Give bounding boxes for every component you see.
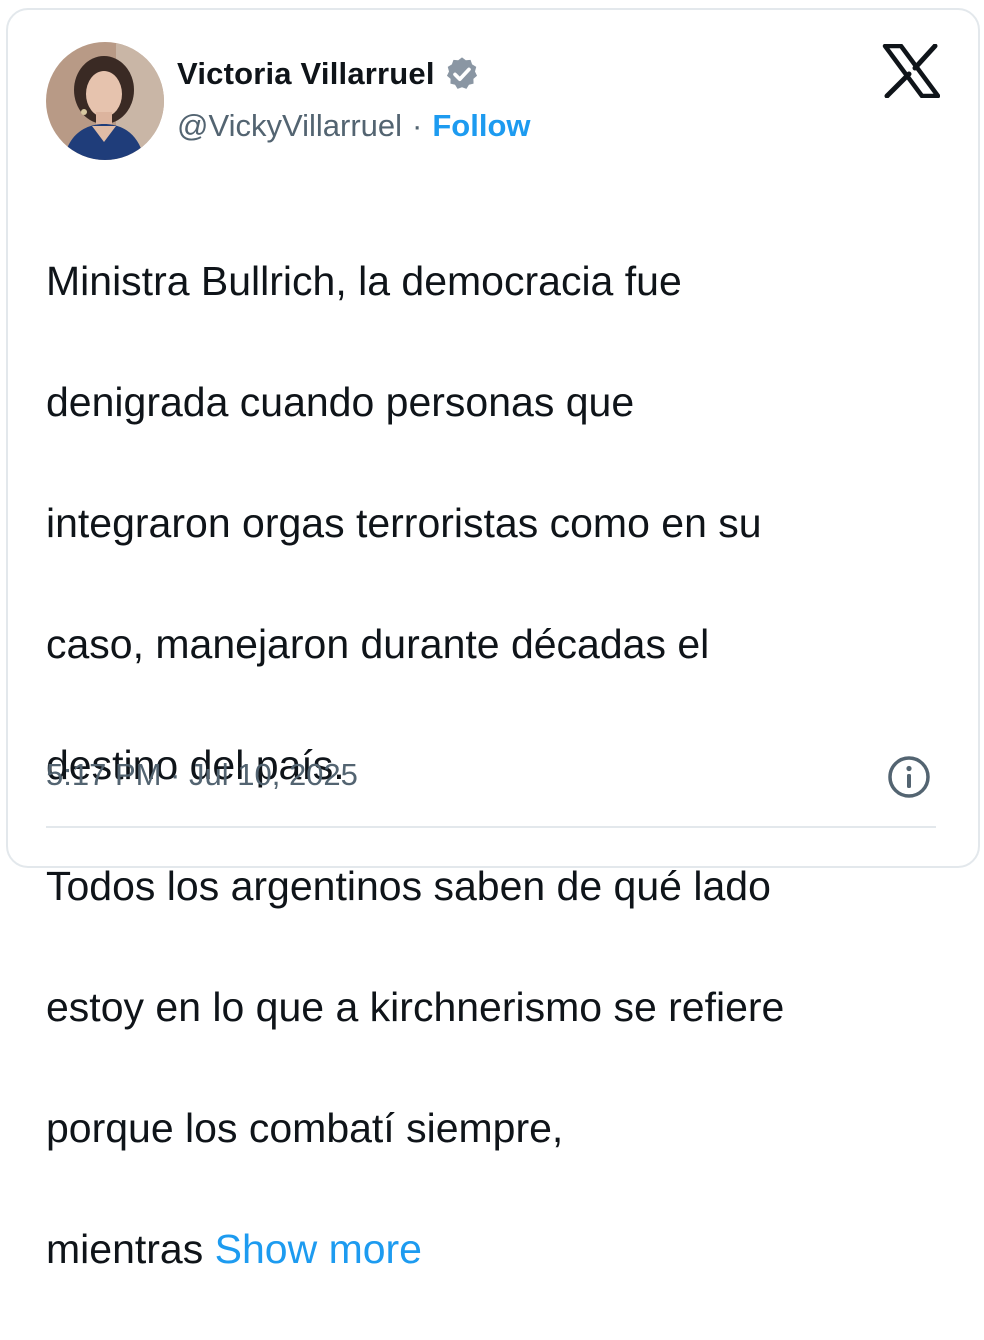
tweet-text-last-line: mientras Show more [46, 1219, 956, 1280]
tweet-timestamp-row: 5:17 PM · Jul 10, 2025 [46, 752, 358, 798]
divider [46, 826, 936, 828]
separator-dot: · [412, 108, 423, 143]
follow-button[interactable]: Follow [432, 108, 530, 144]
show-more-link[interactable]: Show more [215, 1226, 422, 1272]
tweet-text-line: Ministra Bullrich, la democracia fue [46, 257, 682, 304]
author-handle[interactable]: @VickyVillarruel [177, 108, 402, 144]
tweet-text-line: integraron orgas terroristas como en su [46, 499, 762, 546]
avatar[interactable] [46, 42, 164, 160]
tweet-text-line: denigrada cuando personas que [46, 378, 635, 425]
tweet-timestamp[interactable]: 5:17 PM · Jul 10, 2025 [46, 757, 358, 793]
verified-badge-icon [446, 57, 477, 89]
avatar-photo-icon [46, 42, 164, 160]
tweet-text-truncated: mientras [46, 1225, 204, 1272]
author-handle-row: @VickyVillarruel · Follow [177, 104, 531, 148]
author-name-row: Victoria Villarruel [177, 52, 481, 96]
author-display-name[interactable]: Victoria Villarruel [177, 56, 435, 92]
info-icon[interactable] [886, 754, 932, 800]
tweet-text-line: caso, manejaron durante décadas el [46, 620, 710, 667]
tweet-text-line: porque los combatí siempre, [46, 1104, 564, 1151]
x-logo-icon[interactable] [882, 44, 940, 98]
tweet-text-line: estoy en lo que a kirchnerismo se refier… [46, 983, 785, 1030]
tweet-text-line: Todos los argentinos saben de qué lado [46, 862, 771, 909]
